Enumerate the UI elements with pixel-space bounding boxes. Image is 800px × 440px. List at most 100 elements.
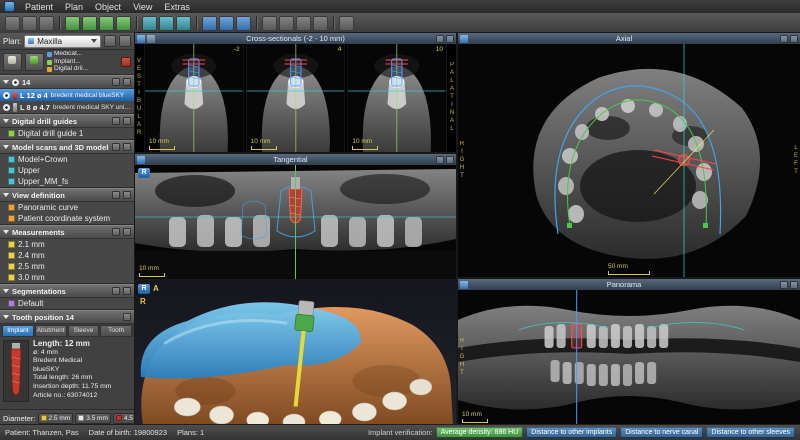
panel-collapse-button[interactable] <box>123 313 131 321</box>
model-scan-icon[interactable] <box>159 16 174 31</box>
diameter-option[interactable]: 2.5 mm <box>38 413 74 424</box>
verification-button[interactable]: Distance to nerve canal <box>620 427 703 438</box>
measure-angle-icon[interactable] <box>219 16 234 31</box>
menu-extras[interactable]: Extras <box>158 2 196 12</box>
pin-view-icon[interactable] <box>780 281 788 289</box>
tab-sleeve[interactable]: Sleeve <box>68 325 100 337</box>
collapse-arrow-icon[interactable] <box>3 315 9 319</box>
object-row[interactable]: Digital dril... <box>47 66 118 73</box>
panel-item[interactable]: 3.0 mm <box>0 272 134 283</box>
tab-tooth[interactable]: Tooth <box>100 325 132 337</box>
panel-collapse-button[interactable] <box>112 191 120 199</box>
panel-item[interactable]: Patient coordinate system <box>0 213 134 224</box>
pin-view-icon[interactable] <box>436 35 444 43</box>
plan-select[interactable]: Maxilla <box>24 35 101 48</box>
panel-item[interactable]: Model+Crown <box>0 154 134 165</box>
measure-distance-icon[interactable] <box>202 16 217 31</box>
verification-button[interactable]: Distance to other implants <box>526 427 617 438</box>
visibility-eye-icon[interactable] <box>12 79 19 86</box>
panel-close-button[interactable] <box>123 287 131 295</box>
panel-collapse-button[interactable] <box>112 287 120 295</box>
panel-item[interactable]: 2.1 mm <box>0 239 134 250</box>
menu-patient[interactable]: Patient <box>19 2 59 12</box>
visibility-eye-icon[interactable] <box>3 104 10 111</box>
panel-collapse-button[interactable] <box>112 78 120 86</box>
density-profile-icon[interactable] <box>236 16 251 31</box>
object-row[interactable]: Medicat... <box>47 51 118 58</box>
panel-header[interactable]: Segmentations <box>0 284 134 298</box>
pin-view-icon[interactable] <box>780 35 788 43</box>
add-sleeve-icon[interactable] <box>82 16 97 31</box>
panel-close-button[interactable] <box>123 117 131 125</box>
snapshot-icon[interactable] <box>137 156 145 164</box>
reset-layout-icon[interactable] <box>313 16 328 31</box>
cross-slice[interactable]: 1010 mm <box>347 44 447 152</box>
segmentation-icon[interactable] <box>176 16 191 31</box>
panel-close-button[interactable] <box>123 191 131 199</box>
collapse-arrow-icon[interactable] <box>3 119 9 123</box>
menu-object[interactable]: Object <box>89 2 127 12</box>
panel-close-button[interactable] <box>123 78 131 86</box>
implant-object-button[interactable] <box>3 53 22 71</box>
panel-header[interactable]: Digital drill guides <box>0 114 134 128</box>
save-plan-icon[interactable] <box>39 16 54 31</box>
panel-header[interactable]: View definition <box>0 188 134 202</box>
add-abutment-icon[interactable] <box>99 16 114 31</box>
tooth-position-header[interactable]: Tooth position 14 <box>0 310 134 324</box>
snapshot-icon[interactable] <box>137 35 145 43</box>
verification-button[interactable]: Distance to other sleeves <box>706 427 795 438</box>
panel-collapse-button[interactable] <box>112 143 120 151</box>
new-plan-icon[interactable] <box>5 16 20 31</box>
diameter-option[interactable]: 3.5 mm <box>75 413 111 424</box>
axial-view-canvas[interactable]: RIGHT LEFT 50 mm <box>458 44 800 277</box>
panel-header[interactable]: Model scans and 3D models <box>0 140 134 154</box>
visibility-eye-icon[interactable] <box>3 92 10 99</box>
panel-item[interactable]: Panoramic curve <box>0 202 134 213</box>
panel-item[interactable]: 2.4 mm <box>0 250 134 261</box>
implant-tree-item[interactable]: L 12 ø 4 bredent medical blueSKY <box>0 89 134 101</box>
panorama-view-canvas[interactable]: RIGHT 10 mm <box>458 290 800 425</box>
tab-abutment[interactable]: Abutment <box>35 325 67 337</box>
view-3d-canvas[interactable]: R A R <box>135 281 456 425</box>
menu-plan[interactable]: Plan <box>59 2 89 12</box>
panel-item[interactable]: Default <box>0 298 134 309</box>
add-crown-icon[interactable] <box>116 16 131 31</box>
maximize-view-icon[interactable] <box>790 35 798 43</box>
average-density-button[interactable]: Average density: 886 HU <box>436 427 524 438</box>
collapse-arrow-icon[interactable] <box>3 289 9 293</box>
collapse-arrow-icon[interactable] <box>3 193 9 197</box>
snapshot-icon[interactable] <box>460 35 468 43</box>
cross-slice[interactable]: 410 mm <box>246 44 346 152</box>
rotate-3d-icon[interactable] <box>296 16 311 31</box>
panel-item[interactable]: Upper_MM_fs <box>0 176 134 187</box>
zoom-view-icon[interactable] <box>279 16 294 31</box>
open-plan-icon[interactable] <box>22 16 37 31</box>
cross-view-canvas[interactable]: -210 mm410 mm1010 mm VESTIBULAR PALATINA… <box>135 44 456 152</box>
panel-collapse-button[interactable] <box>112 117 120 125</box>
panel-close-button[interactable] <box>123 143 131 151</box>
maximize-view-icon[interactable] <box>446 156 454 164</box>
drill-guide-object-button[interactable] <box>25 53 44 71</box>
menu-view[interactable]: View <box>127 2 158 12</box>
edit-plan-button[interactable] <box>104 35 116 47</box>
tab-implant[interactable]: Implant <box>2 325 34 337</box>
collapse-arrow-icon[interactable] <box>3 230 9 234</box>
pin-view-icon[interactable] <box>436 156 444 164</box>
implant-tree-item[interactable]: L 8 ø 4.7 bredent medical SKY uni.fit Sc… <box>0 101 134 113</box>
panel-collapse-button[interactable] <box>112 228 120 236</box>
tangential-view-canvas[interactable]: R 10 mm <box>135 165 456 279</box>
panel-header[interactable]: Measurements <box>0 225 134 239</box>
panel-item[interactable]: Digital drill guide 1 <box>0 128 134 139</box>
delete-object-button[interactable] <box>121 57 131 67</box>
settings-icon[interactable] <box>339 16 354 31</box>
link-views-icon[interactable] <box>147 35 155 43</box>
plan-settings-button[interactable] <box>119 35 131 47</box>
panel-close-button[interactable] <box>123 228 131 236</box>
cross-slice[interactable]: -210 mm <box>144 44 244 152</box>
collapse-arrow-icon[interactable] <box>3 145 9 149</box>
collapse-arrow-icon[interactable] <box>3 80 9 84</box>
tooth-group-header[interactable]: 14 <box>0 75 134 89</box>
add-implant-icon[interactable] <box>65 16 80 31</box>
panel-item[interactable]: Upper <box>0 165 134 176</box>
maximize-view-icon[interactable] <box>446 35 454 43</box>
